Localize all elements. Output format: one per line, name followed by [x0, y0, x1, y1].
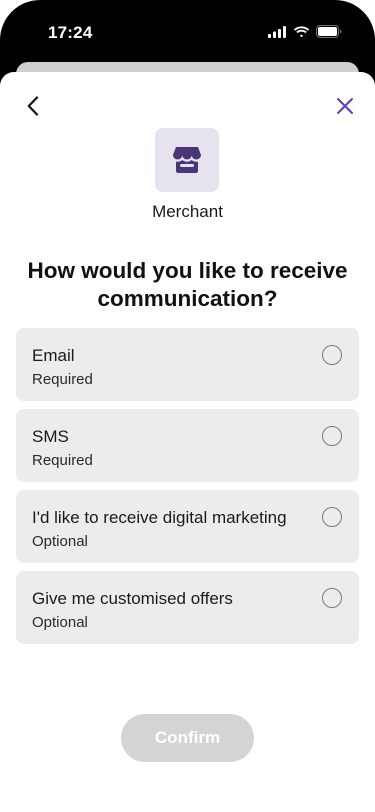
page-title: How would you like to receive communicat…: [27, 258, 348, 311]
battery-icon: [316, 25, 342, 38]
status-time: 17:24: [48, 23, 93, 42]
radio-button[interactable]: [322, 345, 342, 365]
merchant-label: Merchant: [152, 202, 223, 221]
storefront-icon: [173, 147, 201, 173]
option-sublabel: Optional: [32, 533, 88, 550]
option-sublabel: Optional: [32, 614, 88, 631]
radio-button[interactable]: [322, 588, 342, 608]
bottom-sheet: Merchant How would you like to receive c…: [0, 72, 375, 812]
option-digital-marketing[interactable]: I'd like to receive digital marketing Op…: [16, 490, 359, 563]
option-label: Email: [32, 346, 75, 365]
option-label: I'd like to receive digital marketing: [32, 508, 287, 527]
confirm-button[interactable]: Confirm: [121, 714, 254, 762]
merchant-icon-container: [155, 128, 219, 192]
chevron-left-icon: [27, 96, 39, 116]
option-sms[interactable]: SMS Required: [16, 409, 359, 482]
options-list: Email Required SMS Required I'd like to …: [16, 328, 359, 652]
option-label: Give me customised offers: [32, 589, 233, 608]
phone-frame: 17:24 Merchant How would you like to rec…: [0, 0, 375, 812]
wifi-icon: [293, 25, 310, 37]
close-icon: [337, 98, 353, 114]
cellular-signal-icon: [268, 25, 286, 38]
option-sublabel: Required: [32, 452, 93, 469]
radio-button[interactable]: [322, 426, 342, 446]
option-label: SMS: [32, 427, 69, 446]
back-button[interactable]: [22, 94, 44, 118]
close-button[interactable]: [333, 94, 357, 118]
option-email[interactable]: Email Required: [16, 328, 359, 401]
option-sublabel: Required: [32, 371, 93, 388]
option-customised-offers[interactable]: Give me customised offers Optional: [16, 571, 359, 644]
status-bar: 17:24: [0, 0, 375, 64]
radio-button[interactable]: [322, 507, 342, 527]
status-icons: [268, 25, 343, 38]
